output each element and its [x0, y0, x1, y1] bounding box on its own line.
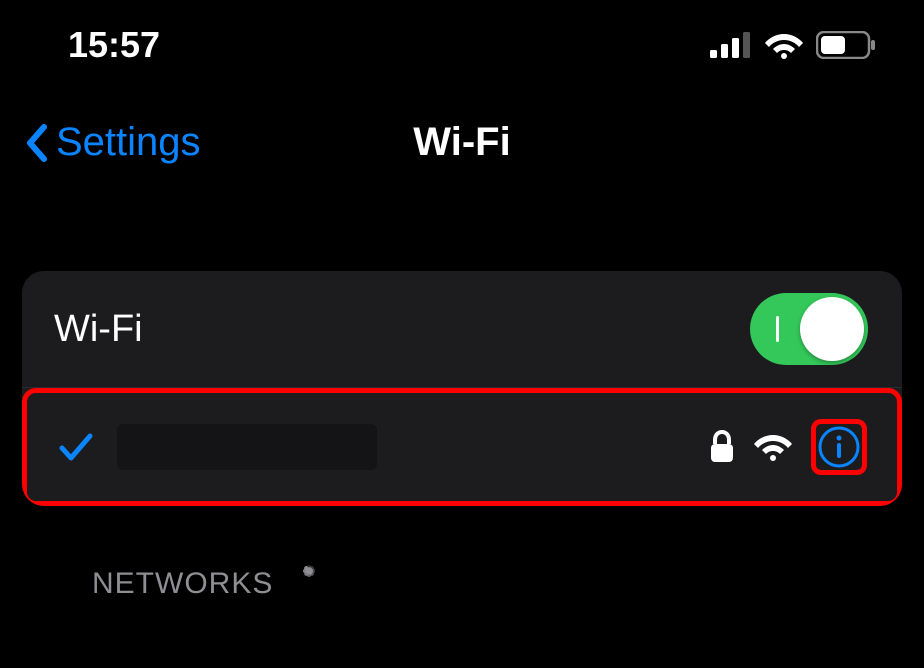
toggle-knob	[800, 297, 864, 361]
status-bar: 15:57	[0, 0, 924, 76]
wifi-toggle[interactable]	[750, 293, 868, 365]
status-icons	[710, 31, 876, 59]
content: Wi-Fi	[0, 195, 924, 602]
wifi-icon	[764, 31, 804, 59]
lock-icon	[709, 430, 735, 464]
nav-header: Settings Wi-Fi	[0, 76, 924, 195]
back-button[interactable]: Settings	[22, 120, 201, 165]
battery-icon	[816, 31, 876, 59]
wifi-toggle-row: Wi-Fi	[22, 271, 902, 388]
status-time: 15:57	[68, 24, 160, 66]
highlight-info-icon	[811, 419, 867, 475]
wifi-card: Wi-Fi	[22, 271, 902, 506]
connected-network-row[interactable]	[29, 395, 895, 499]
wifi-signal-icon	[753, 432, 793, 462]
networks-label: NETWORKS	[92, 567, 273, 601]
wifi-toggle-label: Wi-Fi	[54, 308, 143, 351]
back-label: Settings	[56, 120, 201, 165]
cellular-icon	[710, 32, 752, 58]
highlight-row	[22, 388, 902, 506]
loading-spinner-icon	[291, 566, 327, 602]
networks-section-header: NETWORKS	[22, 506, 902, 602]
chevron-left-icon	[22, 123, 52, 163]
checkmark-icon	[57, 428, 95, 466]
page-title: Wi-Fi	[413, 120, 510, 165]
network-name-redacted	[117, 424, 377, 470]
network-status-icons	[709, 419, 867, 475]
toggle-on-indicator	[776, 316, 779, 342]
info-icon[interactable]	[818, 426, 860, 468]
